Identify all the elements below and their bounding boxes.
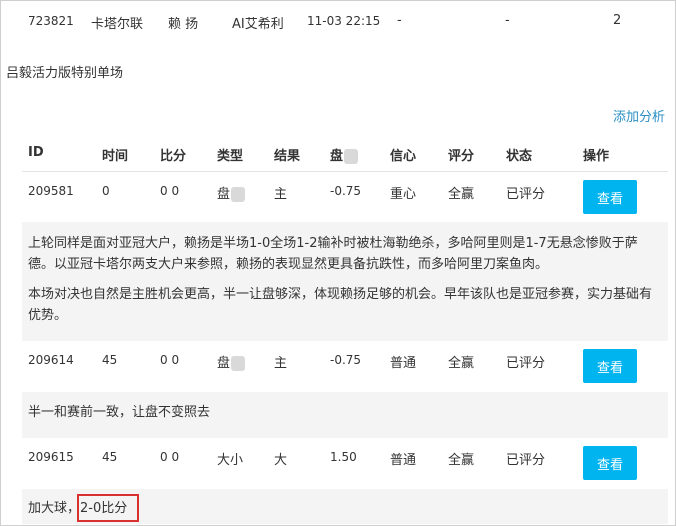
row-result: 主 — [274, 356, 288, 371]
top-row-col5: - — [397, 13, 402, 28]
row-confidence: 普通 — [390, 356, 417, 371]
row-confidence: 普通 — [390, 453, 417, 468]
top-row-id: 723821 — [28, 14, 74, 28]
row-handicap: -0.75 — [330, 353, 362, 367]
row-id: 209615 — [28, 450, 74, 464]
row-score: 0 0 — [160, 353, 180, 367]
view-button[interactable]: 查看 — [583, 180, 637, 214]
analysis-text: 本场对决也自然是主胜机会更高，半一让盘够深，体现赖扬足够的机会。早年该队也是亚冠… — [28, 287, 653, 323]
header-type: 类型 — [217, 149, 244, 164]
row-result: 主 — [274, 187, 288, 202]
row-result: 大 — [274, 453, 288, 468]
row-time: 45 — [102, 353, 118, 367]
row-type: 盘 — [217, 352, 246, 371]
top-row-league: 卡塔尔联 — [91, 17, 144, 32]
section-title: 吕毅活力版特别单场 — [6, 66, 124, 81]
analysis-prefix: 加大球， — [28, 501, 81, 516]
row-status: 已评分 — [506, 356, 546, 371]
row-handicap: -0.75 — [330, 184, 362, 198]
divider — [22, 171, 668, 172]
row-type: 大小 — [217, 453, 244, 468]
header-confidence: 信心 — [390, 149, 417, 164]
analysis-text: 上轮同样是面对亚冠大户，赖扬是半场1-0全场1-2输补时被杜海勒绝杀，多哈阿里则… — [28, 236, 638, 272]
blurred-mask — [231, 187, 246, 202]
top-row-datetime: 11-03 22:15 — [307, 14, 381, 28]
add-analysis-link[interactable]: 添加分析 — [613, 106, 665, 125]
header-rating: 评分 — [448, 149, 475, 164]
row-status: 已评分 — [506, 187, 546, 202]
header-action: 操作 — [583, 149, 610, 164]
blurred-mask — [231, 356, 246, 371]
header-id: ID — [28, 145, 44, 160]
header-status: 状态 — [506, 149, 533, 164]
row-handicap: 1.50 — [330, 450, 357, 464]
analysis-text: 半一和赛前一致，让盘不变照去 — [28, 405, 211, 420]
highlight-box — [77, 494, 139, 522]
row-id: 209581 — [28, 184, 74, 198]
blurred-mask — [344, 149, 359, 164]
row-rating: 全赢 — [448, 356, 475, 371]
row-rating: 全赢 — [448, 187, 475, 202]
row-time: 45 — [102, 450, 118, 464]
top-row-count: 2 — [613, 13, 622, 28]
row-score: 0 0 — [160, 184, 180, 198]
header-handicap: 盘 — [330, 145, 359, 164]
top-row-opponent: AI艾希利 — [232, 17, 284, 32]
row-score: 0 0 — [160, 450, 180, 464]
row-id: 209614 — [28, 353, 74, 367]
row-confidence: 重心 — [390, 187, 417, 202]
header-time: 时间 — [102, 149, 129, 164]
row-time: 0 — [102, 184, 110, 198]
view-button[interactable]: 查看 — [583, 446, 637, 480]
row-rating: 全赢 — [448, 453, 475, 468]
top-row-team: 赖 扬 — [168, 17, 199, 32]
view-button[interactable]: 查看 — [583, 349, 637, 383]
row-type: 盘 — [217, 183, 246, 202]
header-score: 比分 — [160, 149, 187, 164]
row-status: 已评分 — [506, 453, 546, 468]
top-row-col6: - — [505, 13, 510, 28]
header-result: 结果 — [274, 149, 301, 164]
